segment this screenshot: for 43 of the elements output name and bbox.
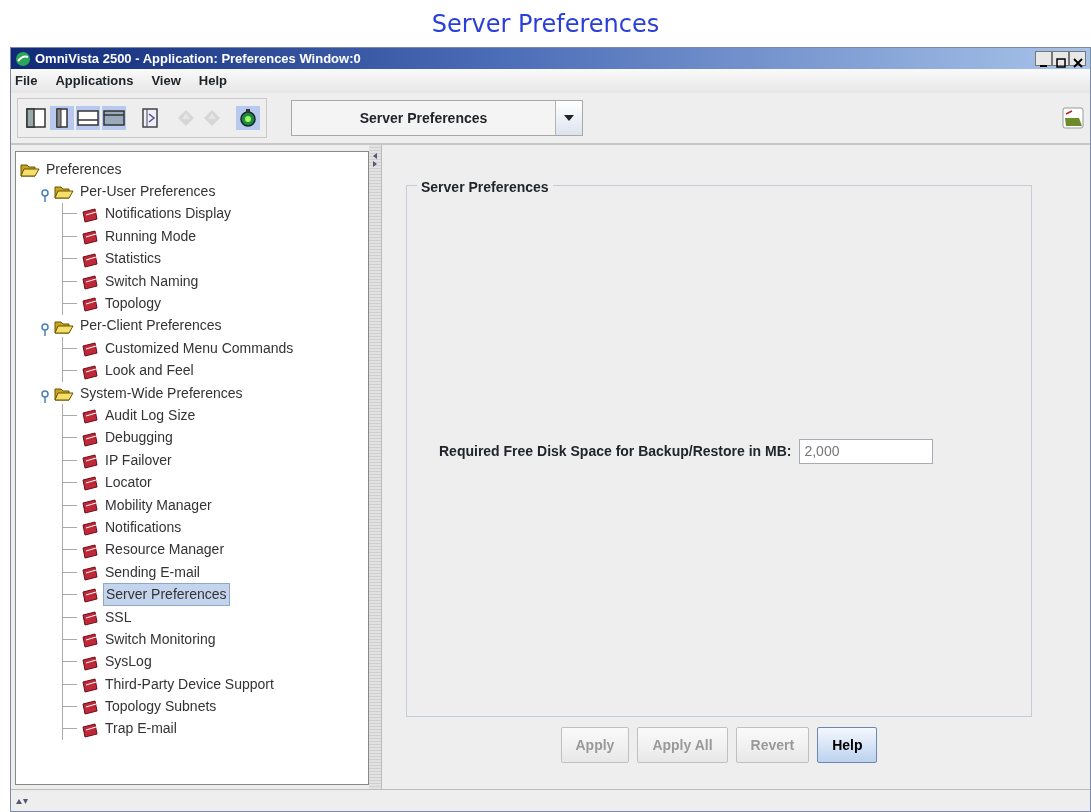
split-layout-icon[interactable] — [50, 106, 74, 130]
minimize-button[interactable] — [1035, 51, 1052, 66]
tree-item[interactable]: Topology Subnets — [103, 696, 219, 718]
tree-item[interactable]: Locator — [103, 472, 154, 494]
tree-item[interactable]: Running Mode — [103, 225, 199, 247]
tree-item[interactable]: Switch Naming — [103, 270, 201, 292]
tree-item[interactable]: Notifications Display — [103, 203, 234, 225]
tree-item[interactable]: Audit Log Size — [103, 405, 198, 426]
status-light-icon[interactable] — [236, 106, 260, 130]
tree-item[interactable]: Topology — [103, 293, 164, 315]
tree-item[interactable]: Trap E-mail — [103, 718, 179, 740]
tree-item[interactable]: Per-Client Preferences — [78, 315, 224, 337]
page-heading: Server Preferences — [431, 8, 660, 40]
tree-item[interactable]: Debugging — [103, 427, 175, 449]
tree-item[interactable]: System-Wide Preferences — [78, 382, 245, 404]
tree-item[interactable]: Sending E-mail — [103, 561, 202, 583]
tree-item[interactable]: Statistics — [103, 248, 163, 270]
close-button[interactable] — [1069, 51, 1086, 66]
tree-item[interactable]: Third-Party Device Support — [103, 673, 276, 695]
tree-item[interactable]: IP Failover — [103, 449, 174, 471]
tree-item[interactable]: Preferences — [44, 158, 124, 180]
disk-space-field[interactable]: 2,000 — [799, 438, 934, 464]
action-button[interactable]: Help — [817, 727, 878, 763]
tree-item[interactable]: Resource Manager — [103, 539, 227, 561]
tree-item[interactable]: Look and Feel — [103, 360, 196, 382]
tree-item[interactable]: Per-User Preferences — [78, 181, 218, 203]
tree-item[interactable]: Notifications — [103, 516, 184, 538]
tree-item[interactable]: Mobility Manager — [103, 494, 214, 516]
tree-item[interactable]: SSL — [103, 606, 134, 628]
field-label: Required Free Disk Space for Backup/Restore in MB: — [439, 441, 792, 461]
tree-item[interactable]: SysLog — [103, 651, 154, 673]
tree-item[interactable]: Server Preferences — [103, 583, 230, 607]
split-layout-icon[interactable] — [102, 106, 126, 130]
window-title: OmniVista 2500 - Application: Preferences Window:0 — [35, 49, 361, 68]
menu-item[interactable]: Help — [198, 71, 227, 91]
menu-item[interactable]: File — [15, 71, 38, 91]
menu-item[interactable]: View — [151, 71, 181, 91]
tree-item[interactable]: Switch Monitoring — [103, 628, 218, 650]
split-layout-icon[interactable] — [76, 106, 100, 130]
split-layout-icon[interactable] — [24, 106, 48, 130]
menu-item[interactable]: Applications — [55, 71, 134, 91]
tree-item[interactable]: Customized Menu Commands — [103, 337, 296, 359]
maximize-button[interactable] — [1052, 51, 1069, 66]
